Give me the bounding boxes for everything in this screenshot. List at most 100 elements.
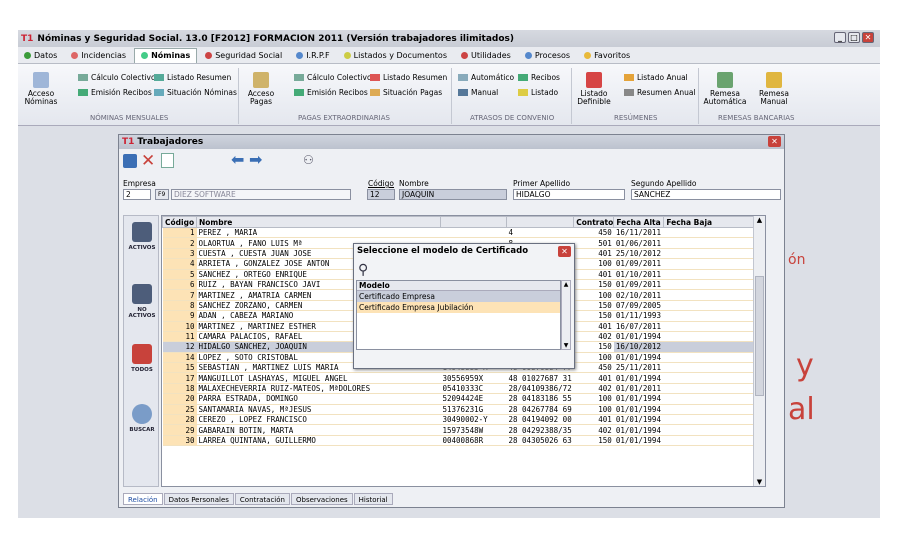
emision-recibos-pagas-button[interactable]: Emisión Recibos xyxy=(294,88,368,97)
situacion-nominas-label: Situación Nóminas xyxy=(167,88,237,97)
column-header-ss[interactable] xyxy=(505,216,575,228)
cell-ss: 28 04292388/35 xyxy=(506,424,574,436)
scroll-down-icon[interactable]: ▼ xyxy=(754,478,765,486)
recibos-button[interactable]: Recibos xyxy=(518,73,560,82)
listado-resumen-button[interactable]: Listado Resumen xyxy=(154,73,231,82)
menu-tab-favoritos[interactable]: Favoritos xyxy=(578,48,636,63)
cell-contrato: 401 xyxy=(573,372,614,384)
menu-tab-datos[interactable]: Datos xyxy=(18,48,63,63)
list-item-certificado-jubilacion[interactable]: Certificado Empresa Jubilación xyxy=(357,302,560,313)
cell-fecha-baja xyxy=(663,341,763,353)
menu-tab-i-r-p-f[interactable]: I.R.P.F xyxy=(290,48,335,63)
empresa-input[interactable]: 2 xyxy=(123,189,151,200)
list-item-certificado-empresa[interactable]: Certificado Empresa xyxy=(357,291,560,302)
tab-historial[interactable]: Historial xyxy=(353,493,393,505)
delete-icon[interactable]: ✕ xyxy=(141,151,155,171)
table-row[interactable]: 25 SANTAMARIA NAVAS, MªJESUS 51376231G 28 0… xyxy=(162,404,763,416)
maximize-button[interactable]: □ xyxy=(848,32,860,43)
menu-tab-utilidades[interactable]: Utilidades xyxy=(455,48,517,63)
cell-nif: 51376231G xyxy=(440,404,507,416)
previous-arrow-icon[interactable]: ⬅ xyxy=(231,150,244,169)
table-row[interactable]: 28 CEREZO , LOPEZ FRANCISCO 30490002-Y 28 0… xyxy=(162,414,763,426)
column-header-nif[interactable] xyxy=(440,216,507,228)
app-title: Nóminas y Seguridad Social. 13.0 [F2012]… xyxy=(37,33,515,44)
listado-resumen-pagas-button[interactable]: Listado Resumen xyxy=(370,73,447,82)
vertical-scrollbar[interactable]: ▲ ▼ xyxy=(753,216,765,486)
column-header-contrato[interactable]: Contrato xyxy=(573,216,615,228)
remesa-manual-button[interactable]: Remesa Manual xyxy=(754,72,794,106)
calculo-colectivo-button[interactable]: Cálculo Colectivo xyxy=(78,73,156,82)
acceso-pagas-button[interactable]: Acceso Pagas xyxy=(244,72,278,106)
todos-label: TODOS xyxy=(131,367,153,373)
menu-tab-seguridad-social[interactable]: Seguridad Social xyxy=(199,48,288,63)
empresa-lookup-button[interactable]: F9 xyxy=(155,189,169,200)
cell-contrato: 150 xyxy=(573,300,614,312)
cell-contrato: 401 xyxy=(573,248,614,260)
remesa-automatica-button[interactable]: Remesa Automática xyxy=(702,72,748,106)
save-icon[interactable] xyxy=(123,154,137,168)
table-row[interactable]: 1 PEREZ , MARIA 4 450 16/11/2011 xyxy=(162,227,763,239)
search-icon[interactable]: ⚲ xyxy=(358,262,368,278)
table-row[interactable]: 17 MANGUILLOT LASHAYAS, MIGUEL ANGEL 30556… xyxy=(162,372,763,384)
new-record-icon[interactable] xyxy=(161,153,174,168)
menu-tab-listados-y-documentos[interactable]: Listados y Documentos xyxy=(338,48,453,63)
todos-button[interactable]: TODOS xyxy=(124,344,160,373)
primer-apellido-input[interactable]: HIDALGO xyxy=(513,189,625,200)
automatico-button[interactable]: Automático xyxy=(458,73,514,82)
segundo-apellido-input[interactable]: SANCHEZ xyxy=(631,189,781,200)
people-search-icon[interactable]: ⚇ xyxy=(303,153,314,167)
listado-anual-button[interactable]: Listado Anual xyxy=(624,73,688,82)
column-header-codigo[interactable]: Código xyxy=(162,216,197,228)
situacion-pagas-button[interactable]: Situación Pagas xyxy=(370,88,442,97)
dialog-scrollbar[interactable]: ▲ ▼ xyxy=(561,280,571,350)
scroll-down-icon[interactable]: ▼ xyxy=(562,342,570,349)
dialog-close-button[interactable]: ✕ xyxy=(558,246,571,257)
cell-contrato: 501 xyxy=(573,237,614,249)
listado-definible-button[interactable]: Listado Definible xyxy=(574,72,614,106)
resumen-anual-button[interactable]: Resumen Anual xyxy=(624,88,696,97)
column-header-nombre[interactable]: Nombre xyxy=(196,216,441,228)
menu-tab-procesos[interactable]: Procesos xyxy=(519,48,576,63)
tab-contrataci-n[interactable]: Contratación xyxy=(234,493,290,505)
background-text: ón xyxy=(788,252,806,268)
cell-codigo: 20 xyxy=(162,393,197,405)
cell-fecha-alta: 25/10/2012 xyxy=(613,248,664,260)
table-row[interactable]: 18 MALAXECHEVERRIA RUIZ-MATEOS, MªDOLORES… xyxy=(162,383,763,395)
tab-datos-personales[interactable]: Datos Personales xyxy=(163,493,234,505)
close-app-button[interactable]: ✕ xyxy=(862,32,874,43)
column-header-fecha-alta[interactable]: Fecha Alta xyxy=(613,216,665,228)
manual-button[interactable]: Manual xyxy=(458,88,498,97)
tab-observaciones[interactable]: Observaciones xyxy=(290,493,353,505)
acceso-nominas-button[interactable]: Acceso Nóminas xyxy=(24,72,58,106)
listado-atrasos-button[interactable]: Listado xyxy=(518,88,558,97)
calculo-colectivo-pagas-button[interactable]: Cálculo Colectivo xyxy=(294,73,372,82)
activos-button[interactable]: ACTIVOS xyxy=(124,222,160,251)
minimize-button[interactable]: _ xyxy=(834,32,846,43)
emision-recibos-label: Emisión Recibos xyxy=(91,88,152,97)
next-arrow-icon[interactable]: ➡ xyxy=(249,150,262,169)
close-window-button[interactable]: ✕ xyxy=(768,136,781,147)
list-icon xyxy=(586,72,602,88)
codigo-input[interactable]: 12 xyxy=(367,189,395,200)
status-icon xyxy=(154,89,164,96)
emision-recibos-button[interactable]: Emisión Recibos xyxy=(78,88,152,97)
nombre-input[interactable]: JOAQUIN xyxy=(399,189,507,200)
menu-bar: Datos Incidencias Nóminas Seguridad Social I… xyxy=(18,47,880,64)
table-row[interactable]: 30 LARREA QUINTANA, GUILLERMO 00400868R 28 … xyxy=(162,435,763,447)
scroll-thumb[interactable] xyxy=(755,276,764,396)
no-activos-button[interactable]: NO ACTIVOS xyxy=(124,284,160,319)
table-row[interactable]: 20 PARRA ESTRADA, DOMINGO 52094424E 28 0418… xyxy=(162,393,763,405)
menu-tab-n-minas[interactable]: Nóminas xyxy=(134,47,198,63)
menu-tab-label: Datos xyxy=(34,50,58,60)
buscar-button[interactable]: BUSCAR xyxy=(124,404,160,433)
situacion-nominas-button[interactable]: Situación Nóminas xyxy=(154,88,237,97)
scroll-up-icon[interactable]: ▲ xyxy=(562,281,570,288)
table-row[interactable]: 29 GABARAIN BOTIN, MARTA 15973548W 28 04292… xyxy=(162,424,763,436)
listado-atrasos-label: Listado xyxy=(531,88,559,97)
column-header-fecha-baja[interactable]: Fecha Baja xyxy=(663,216,764,228)
menu-tab-incidencias[interactable]: Incidencias xyxy=(65,48,132,63)
scroll-up-icon[interactable]: ▲ xyxy=(754,216,765,226)
cell-codigo: 6 xyxy=(162,279,197,291)
gear-icon xyxy=(294,74,304,81)
tab-relaci-n[interactable]: Relación xyxy=(123,493,163,505)
